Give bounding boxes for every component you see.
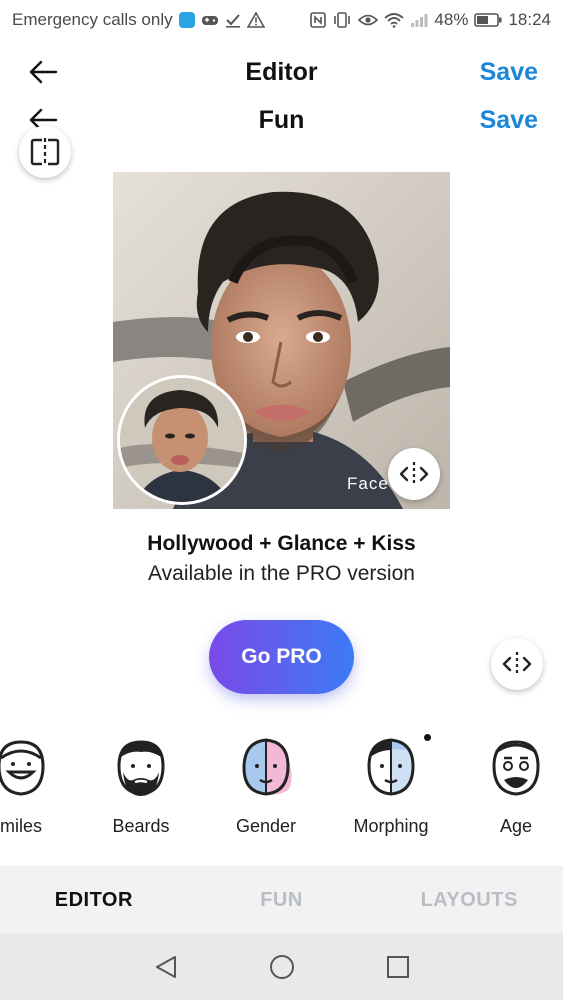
tool-label: Age <box>499 816 533 836</box>
tool-smiles[interactable]: miles <box>0 732 76 844</box>
circle-home-icon <box>269 955 294 979</box>
save-button[interactable]: Save <box>480 58 538 87</box>
go-pro-button[interactable]: Go PRO <box>209 620 354 694</box>
compare-arrows-icon <box>399 462 429 486</box>
smiles-face-icon <box>0 740 45 796</box>
download-done-icon <box>225 12 241 28</box>
nav-recents-button[interactable] <box>381 950 415 984</box>
signal-icon <box>410 12 428 28</box>
effect-name: Hollywood + Glance + Kiss <box>147 532 416 555</box>
new-indicator-dot <box>424 734 431 741</box>
tool-label: miles <box>0 816 42 836</box>
original-portrait-image <box>120 378 244 502</box>
age-face-icon <box>492 740 540 796</box>
compare-toggle-button[interactable] <box>491 638 543 690</box>
tool-label: Gender <box>235 816 297 836</box>
vibrate-icon <box>332 12 352 28</box>
clock: 18:24 <box>508 10 551 29</box>
split-view-icon <box>30 138 60 166</box>
effect-tools-row: miles Beards Gender Morphing Age <box>0 732 563 847</box>
nav-home-button[interactable] <box>265 950 299 984</box>
system-navigation-bar <box>0 934 563 1000</box>
triangle-back-icon <box>155 956 176 978</box>
fun-header: Fun Save <box>0 98 563 142</box>
status-bar: Emergency calls only 48% 18:24 <box>0 0 563 40</box>
back-arrow-icon <box>29 60 58 84</box>
fun-save-button[interactable]: Save <box>480 106 538 135</box>
tool-morphing[interactable]: Morphing <box>336 732 446 844</box>
game-controller-icon <box>201 13 219 27</box>
beard-face-icon <box>117 740 165 796</box>
back-button[interactable] <box>26 55 60 89</box>
app-screen: Emergency calls only 48% 18:24 Editor Sa… <box>0 0 563 1000</box>
tool-beards[interactable]: Beards <box>86 732 196 844</box>
bottom-tab-bar: EDITOR FUN LAYOUTS <box>0 866 563 934</box>
app-notification-icon <box>178 12 195 28</box>
nav-back-button[interactable] <box>149 950 183 984</box>
status-right: 48% 18:24 <box>310 10 551 30</box>
tab-editor[interactable]: EDITOR <box>0 866 188 934</box>
compare-arrows-icon <box>502 652 532 676</box>
gender-face-icon <box>242 738 292 796</box>
tool-label: Morphing <box>353 816 429 836</box>
split-compare-button[interactable] <box>19 126 71 178</box>
tab-layouts[interactable]: LAYOUTS <box>375 866 563 934</box>
battery-icon <box>474 13 502 27</box>
eye-comfort-icon <box>358 13 379 27</box>
pro-availability-text: Available in the PRO version <box>148 562 415 585</box>
morphing-face-icon <box>367 738 415 796</box>
tool-age[interactable]: Age <box>461 732 563 844</box>
tool-gender[interactable]: Gender <box>211 732 321 844</box>
editor-header: Editor Save <box>0 50 563 94</box>
wifi-icon <box>384 12 405 28</box>
face-watermark-label: Face <box>347 474 389 493</box>
battery-percent: 48% <box>434 10 469 29</box>
section-title: Fun <box>258 105 305 134</box>
square-recents-icon <box>386 956 409 978</box>
carrier-text: Emergency calls only <box>12 10 173 29</box>
photo-compare-button[interactable] <box>388 448 440 500</box>
nfc-icon <box>310 12 327 28</box>
status-left: Emergency calls only <box>12 10 265 30</box>
original-photo-thumbnail[interactable] <box>117 375 247 505</box>
tool-label: Beards <box>112 816 170 836</box>
warning-icon <box>246 12 265 28</box>
page-title: Editor <box>245 57 318 86</box>
tab-fun[interactable]: FUN <box>188 866 376 934</box>
